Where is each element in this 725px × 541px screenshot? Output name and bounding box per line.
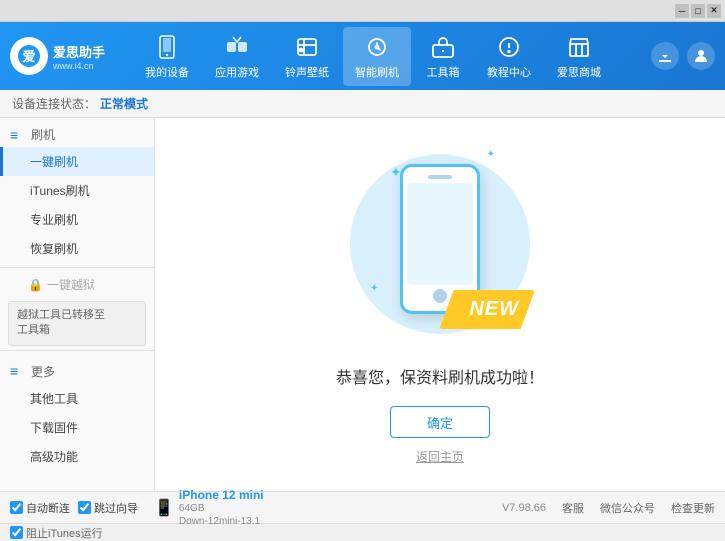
new-badge: NEW xyxy=(439,290,535,329)
auto-connect-label: 自动断连 xyxy=(26,500,70,516)
auto-connect-checkbox[interactable]: 自动断连 xyxy=(10,500,70,516)
maximize-button[interactable]: □ xyxy=(691,4,705,18)
nav-app-game[interactable]: 应用游戏 xyxy=(203,27,271,86)
smart-icon xyxy=(363,33,391,61)
logo-area: 爱 爱思助手 www.i4.cn xyxy=(10,37,105,75)
sidebar: ≡ 刷机 一键刷机 iTunes刷机 专业刷机 恢复刷机 🔒 一键越狱 越狱工具… xyxy=(0,118,155,491)
app-url: www.i4.cn xyxy=(53,61,105,71)
update-link[interactable]: 检查更新 xyxy=(671,500,715,516)
itunes-status-item[interactable]: 阻止iTunes运行 xyxy=(10,525,103,541)
sidebar-item-download-firmware[interactable]: 下载固件 xyxy=(0,413,154,442)
sidebar-section-flash-header: ≡ 刷机 xyxy=(0,118,154,147)
nav-toolbox[interactable]: 工具箱 xyxy=(413,27,473,86)
sidebar-divider-1 xyxy=(0,267,154,268)
auto-connect-input[interactable] xyxy=(10,501,23,514)
status-label: 设备连接状态： xyxy=(12,95,96,112)
device-sub-info: 64GB Down-12mini-13.1 xyxy=(179,502,264,528)
device-name: iPhone 12 mini xyxy=(179,488,264,502)
content-area: ✦ ✦ ✦ NEW 恭喜您，保资料刷机成功啦！ 确定 返回主页 xyxy=(155,118,725,491)
close-button[interactable]: ✕ xyxy=(707,4,721,18)
skip-wizard-input[interactable] xyxy=(78,501,91,514)
tutorial-icon xyxy=(495,33,523,61)
sidebar-item-itunes-flash[interactable]: iTunes刷机 xyxy=(0,176,154,205)
bottom-right-group: V7.98.66 客服 微信公众号 检查更新 xyxy=(502,500,715,516)
download-button[interactable] xyxy=(651,42,679,70)
nav-smart-flash[interactable]: 智能刷机 xyxy=(343,27,411,86)
nav-label-smart: 智能刷机 xyxy=(355,64,399,80)
support-link[interactable]: 客服 xyxy=(562,500,584,516)
logo-text: 爱思助手 www.i4.cn xyxy=(53,42,105,71)
phone-icon xyxy=(153,33,181,61)
more-section-icon: ≡ xyxy=(10,363,26,379)
nav-label-store: 爱思商城 xyxy=(557,64,601,80)
nav-items: 我的设备 应用游戏 铃声壁纸 智能刷机 工具箱 xyxy=(105,27,641,86)
nav-store[interactable]: 爱思商城 xyxy=(545,27,613,86)
success-text: 恭喜您，保资料刷机成功啦！ xyxy=(336,364,544,388)
more-section-label: 更多 xyxy=(31,363,55,380)
nav-label-toolbox: 工具箱 xyxy=(427,64,460,80)
sidebar-item-other-tools[interactable]: 其他工具 xyxy=(0,384,154,413)
user-button[interactable] xyxy=(687,42,715,70)
sidebar-locked-jailbreak: 🔒 一键越狱 xyxy=(0,272,154,297)
nav-label-tutorial: 教程中心 xyxy=(487,64,531,80)
sparkle-3: ✦ xyxy=(370,283,378,294)
bottom-bar: 自动断连 跳过向导 📱 iPhone 12 mini 64GB Down-12m… xyxy=(0,491,725,523)
phone-speaker xyxy=(428,175,452,179)
nav-label-device: 我的设备 xyxy=(145,64,189,80)
title-bar: ─ □ ✕ xyxy=(0,0,725,22)
ringtone-icon xyxy=(293,33,321,61)
status-value: 正常模式 xyxy=(100,95,148,112)
sidebar-item-pro-flash[interactable]: 专业刷机 xyxy=(0,205,154,234)
nav-label-app: 应用游戏 xyxy=(215,64,259,80)
flash-section-label: 刷机 xyxy=(31,126,55,143)
header: 爱 爱思助手 www.i4.cn 我的设备 应用游戏 铃声壁纸 xyxy=(0,22,725,90)
sidebar-item-restore-flash[interactable]: 恢复刷机 xyxy=(0,234,154,263)
sidebar-divider-2 xyxy=(0,350,154,351)
svg-text:爱: 爱 xyxy=(22,49,35,64)
nav-label-ringtone: 铃声壁纸 xyxy=(285,64,329,80)
sidebar-section-more-header: ≡ 更多 xyxy=(0,355,154,384)
nav-right-buttons xyxy=(651,42,715,70)
nav-my-device[interactable]: 我的设备 xyxy=(133,27,201,86)
window-controls: ─ □ ✕ xyxy=(675,4,721,18)
device-info: 📱 iPhone 12 mini 64GB Down-12mini-13.1 xyxy=(154,488,264,528)
bottom-checkboxes: 自动断连 跳过向导 xyxy=(10,500,138,516)
sparkle-2: ✦ xyxy=(487,149,495,160)
lock-icon: 🔒 xyxy=(28,278,43,292)
skip-wizard-checkbox[interactable]: 跳过向导 xyxy=(78,500,138,516)
app-name: 爱思助手 xyxy=(53,42,105,61)
nav-tutorial[interactable]: 教程中心 xyxy=(475,27,543,86)
app-icon xyxy=(223,33,251,61)
bottom-left-group: 自动断连 跳过向导 📱 iPhone 12 mini 64GB Down-12m… xyxy=(10,488,264,528)
sidebar-note: 越狱工具已转移至工具箱 xyxy=(8,301,146,346)
itunes-status-label: 阻止iTunes运行 xyxy=(26,525,103,541)
skip-wizard-label: 跳过向导 xyxy=(94,500,138,516)
sidebar-item-one-click-flash[interactable]: 一键刷机 xyxy=(0,147,154,176)
phone-screen xyxy=(407,183,473,285)
store-icon xyxy=(565,33,593,61)
phone-home xyxy=(433,289,447,303)
nav-ringtone[interactable]: 铃声壁纸 xyxy=(273,27,341,86)
cancel-link[interactable]: 返回主页 xyxy=(416,448,464,465)
sidebar-item-advanced[interactable]: 高级功能 xyxy=(0,442,154,471)
device-storage: 64GB xyxy=(179,502,264,515)
status-bar: 设备连接状态： 正常模式 xyxy=(0,90,725,118)
logo-icon: 爱 xyxy=(10,37,48,75)
phone-illustration: ✦ ✦ ✦ NEW xyxy=(330,144,550,344)
minimize-button[interactable]: ─ xyxy=(675,4,689,18)
itunes-checkbox[interactable] xyxy=(10,526,23,539)
version-label: V7.98.66 xyxy=(502,502,546,514)
main-area: ≡ 刷机 一键刷机 iTunes刷机 专业刷机 恢复刷机 🔒 一键越狱 越狱工具… xyxy=(0,118,725,491)
device-phone-icon: 📱 xyxy=(154,498,174,518)
wechat-link[interactable]: 微信公众号 xyxy=(600,500,655,516)
flash-section-icon: ≡ xyxy=(10,127,26,143)
confirm-button[interactable]: 确定 xyxy=(390,406,490,438)
device-version: Down-12mini-13.1 xyxy=(179,515,264,528)
toolbox-icon xyxy=(429,33,457,61)
